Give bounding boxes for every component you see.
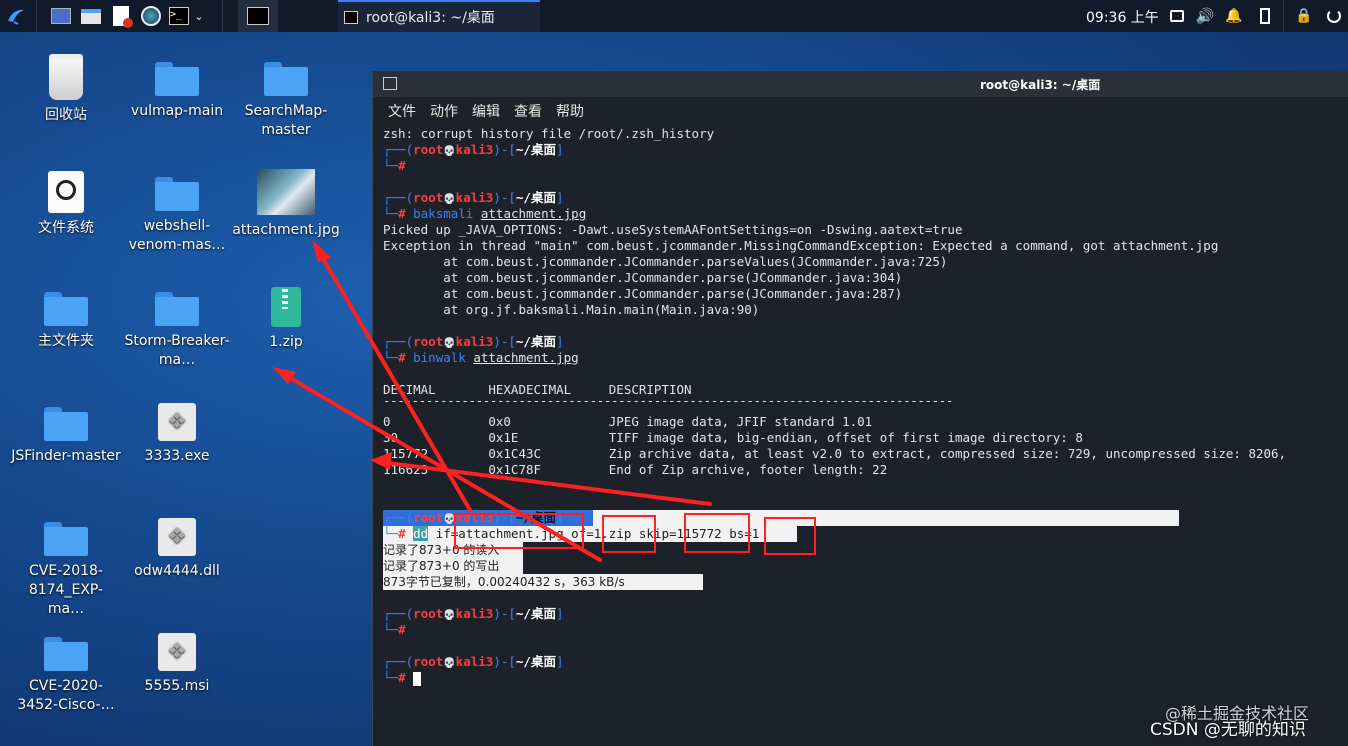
drive-icon	[48, 171, 84, 213]
msi-icon: ❖	[158, 633, 196, 671]
display-icon[interactable]	[1165, 4, 1189, 28]
show-desktop-icon[interactable]	[49, 4, 73, 28]
zip-icon	[271, 287, 301, 327]
menu-action[interactable]: 动作	[430, 101, 458, 123]
terminal-menubar: 文件 动作 编辑 查看 帮助	[373, 97, 1348, 123]
folder-icon	[44, 522, 88, 556]
folder-icon	[155, 62, 199, 96]
output-line: 记录了873+0 的写出	[383, 559, 500, 573]
output-line: 873字节已复制，0.00240432 s，363 kB/s	[383, 575, 625, 589]
desktop-item-cve-2018-8174[interactable]: CVE-2018-8174_EXP-ma…	[11, 522, 121, 619]
desktop-item-jsfinder[interactable]: JSFinder-master	[11, 407, 121, 466]
folder-icon	[44, 407, 88, 441]
text-cursor	[413, 671, 422, 686]
folder-icon	[155, 292, 199, 326]
binwalk-row: 30 0x1E TIFF image data, big-endian, off…	[383, 430, 1083, 445]
battery-icon[interactable]	[1253, 4, 1277, 28]
desktop-item-home[interactable]: 主文件夹	[11, 292, 121, 351]
dll-icon: ❖	[158, 518, 196, 556]
power-icon[interactable]	[1322, 4, 1346, 28]
annotation-box-of	[602, 515, 656, 553]
terminal-window[interactable]: root@kali3: ~/桌面 文件 动作 编辑 查看 帮助 zsh: cor…	[372, 71, 1348, 746]
prompt-cmd-line: └─# baksmali attachment.jpg	[383, 206, 587, 221]
folder-icon	[44, 637, 88, 671]
binwalk-row: 116623 0x1C78F End of Zip archive, foote…	[383, 462, 888, 477]
image-thumbnail	[257, 169, 315, 215]
terminal-title: root@kali3: ~/桌面	[980, 78, 1101, 92]
menu-file[interactable]: 文件	[388, 101, 416, 123]
clock[interactable]: 09:36 上午	[1086, 7, 1159, 27]
desktop-item-vulmap[interactable]: vulmap-main	[122, 62, 232, 121]
output-line: at com.beust.jcommander.JCommander.parse…	[383, 270, 903, 285]
binwalk-row: 0 0x0 JPEG image data, JFIF standard 1.0…	[383, 414, 873, 429]
prompt-cmd-line: └─#	[383, 670, 422, 686]
taskbar-window-title: root@kali3: ~/桌面	[366, 10, 495, 26]
desktop-item-odw4444-dll[interactable]: ❖ odw4444.dll	[122, 518, 232, 581]
notification-bell-icon[interactable]: 🔔	[1222, 4, 1246, 28]
exe-icon: ❖	[158, 403, 196, 441]
chevron-down-icon[interactable]: ⌄	[191, 4, 207, 28]
output-line: at org.jf.baksmali.Main.main(Main.java:9…	[383, 302, 760, 317]
workspace-switcher[interactable]	[238, 0, 278, 32]
prompt-line: ┌──(root💀kali3)-[~/桌面]	[383, 606, 564, 621]
watermark-csdn: CSDN @无聊的知识	[1150, 720, 1306, 740]
menu-view[interactable]: 查看	[514, 101, 542, 123]
terminal-output[interactable]: zsh: corrupt history file /root/.zsh_his…	[373, 123, 1348, 746]
terminal-icon	[344, 10, 358, 24]
file-manager-icon[interactable]	[79, 4, 103, 28]
output-line: at com.beust.jcommander.JCommander.parse…	[383, 254, 948, 269]
desktop-item-1-zip[interactable]: 1.zip	[231, 287, 341, 352]
annotation-box-skip	[684, 513, 750, 553]
prompt-cmd-line: └─#	[383, 622, 406, 637]
prompt-cmd-line: └─# binwalk attachment.jpg	[383, 350, 579, 365]
menu-help[interactable]: 帮助	[556, 101, 584, 123]
terminal-titlebar[interactable]: root@kali3: ~/桌面	[373, 71, 1348, 97]
terminal-icon	[383, 77, 397, 90]
desktop-item-webshell-venom[interactable]: webshell-venom-mas…	[122, 177, 232, 255]
volume-icon[interactable]: 🔊	[1193, 4, 1217, 28]
home-folder-icon	[44, 292, 88, 326]
text-editor-icon[interactable]	[109, 4, 133, 28]
binwalk-rule: ----------------------------------------…	[383, 393, 954, 408]
desktop-item-cve-2020-3452[interactable]: CVE-2020-3452-Cisco-…	[11, 637, 121, 715]
folder-icon	[155, 177, 199, 211]
desktop-item-3333-exe[interactable]: ❖ 3333.exe	[122, 403, 232, 466]
browser-icon[interactable]	[139, 4, 163, 28]
annotation-box-if	[454, 513, 584, 549]
menu-edit[interactable]: 编辑	[472, 101, 500, 123]
desktop-item-attachment-jpg[interactable]: attachment.jpg	[231, 169, 341, 240]
taskbar: >_ ⌄ root@kali3: ~/桌面 09:36 上午 🔊 🔔 🔒	[0, 0, 1348, 32]
output-line: at com.beust.jcommander.JCommander.parse…	[383, 286, 903, 301]
folder-icon	[264, 62, 308, 96]
kali-menu-icon[interactable]	[4, 4, 28, 28]
binwalk-row: 115772 0x1C43C Zip archive data, at leas…	[383, 446, 1287, 461]
zsh-error-line: zsh: corrupt history file /root/.zsh_his…	[383, 126, 715, 141]
annotation-box-bs	[764, 517, 816, 555]
desktop-item-5555-msi[interactable]: ❖ 5555.msi	[122, 633, 232, 696]
desktop-item-trash[interactable]: 回收站	[11, 54, 121, 125]
terminal-launcher-icon[interactable]: >_	[167, 4, 191, 28]
output-line: Exception in thread "main" com.beust.jco…	[383, 238, 1219, 253]
desktop-item-filesystem[interactable]: 文件系统	[11, 171, 121, 238]
output-line: Picked up _JAVA_OPTIONS: -Dawt.useSystem…	[383, 222, 963, 237]
prompt-cmd-line: └─#	[383, 158, 406, 173]
taskbar-window-terminal[interactable]: root@kali3: ~/桌面	[338, 0, 540, 32]
prompt-line: ┌──(root💀kali3)-[~/桌面]	[383, 142, 564, 157]
desktop-item-searchmap[interactable]: SearchMap-master	[231, 62, 341, 140]
trash-icon	[49, 54, 83, 100]
lock-icon[interactable]: 🔒	[1292, 4, 1316, 28]
desktop-item-storm-breaker[interactable]: Storm-Breaker-ma…	[122, 292, 232, 370]
